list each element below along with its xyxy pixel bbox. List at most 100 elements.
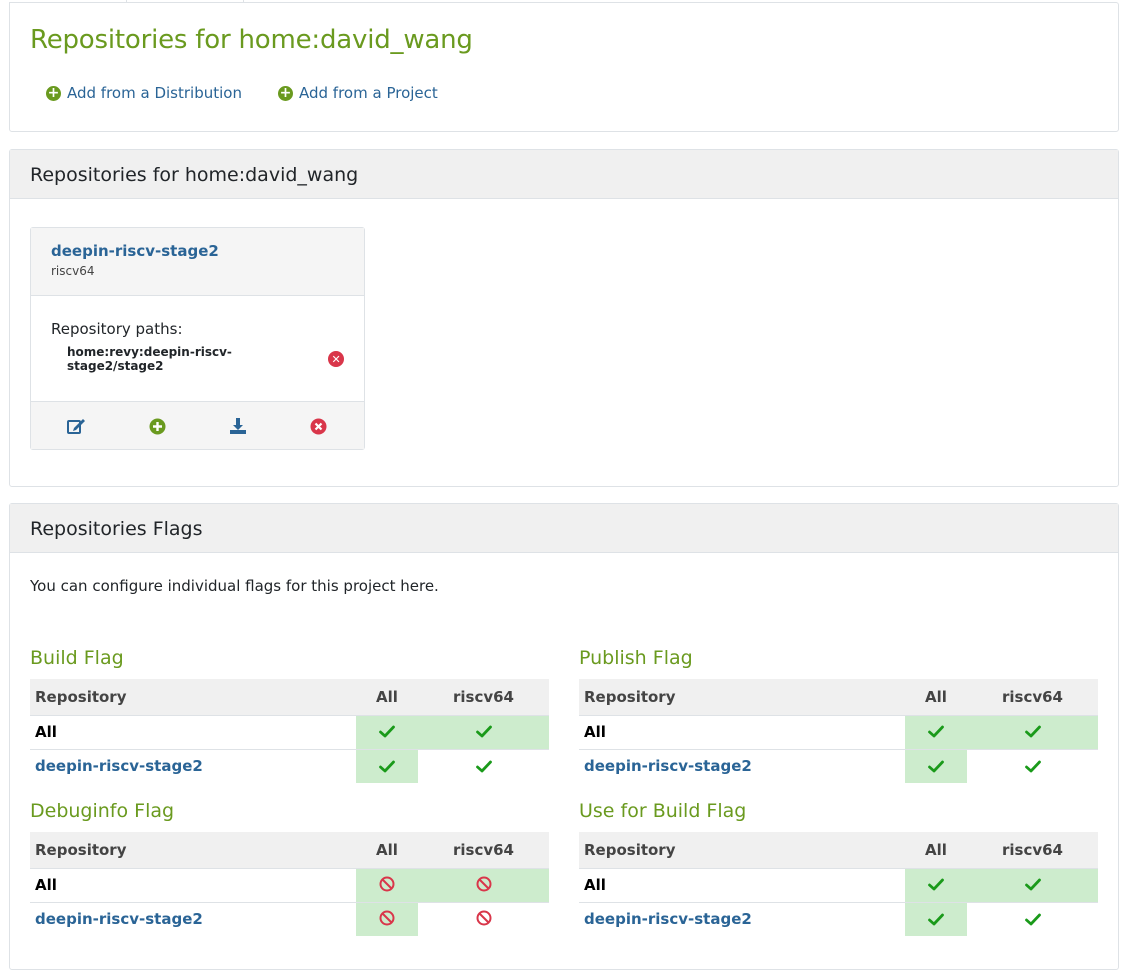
row-label-all: All (579, 867, 905, 902)
row-label-all: All (30, 867, 356, 902)
row-repository-link[interactable]: deepin-riscv-stage2 (30, 901, 356, 936)
remove-path-icon[interactable]: ✕ (328, 351, 344, 367)
table-row: deepin-riscv-stage2 (579, 748, 1098, 783)
repository-actions-bar (31, 401, 364, 449)
repository-path-item: home:revy:deepin-riscv-stage2/stage2 ✕ (67, 345, 344, 373)
check-icon[interactable] (926, 722, 946, 742)
add-icon[interactable] (147, 417, 167, 435)
flag-table-header: Repository All riscv64 (30, 832, 549, 868)
download-icon[interactable] (228, 417, 248, 435)
flag-cell-arch[interactable] (967, 748, 1098, 783)
disabled-icon[interactable] (377, 908, 397, 928)
column-header-all: All (356, 832, 418, 868)
page-title: Repositories for home:david_wang (30, 25, 473, 55)
column-header-all: All (905, 832, 967, 868)
add-from-distribution-label: Add from a Distribution (67, 84, 242, 102)
delete-icon[interactable] (308, 417, 328, 435)
flag-cell-arch[interactable] (418, 901, 549, 936)
disabled-icon[interactable] (377, 874, 397, 894)
add-from-project-label: Add from a Project (299, 84, 438, 102)
column-header-arch: riscv64 (418, 679, 549, 715)
disabled-icon[interactable] (474, 908, 494, 928)
flag-table: Repository All riscv64 All deepin-riscv-stag… (30, 832, 549, 936)
flag-title: Use for Build Flag (579, 800, 747, 822)
table-row: deepin-riscv-stage2 (579, 901, 1098, 936)
flag-cell-arch[interactable] (967, 714, 1098, 749)
row-repository-link[interactable]: deepin-riscv-stage2 (579, 901, 905, 936)
add-from-distribution-link[interactable]: + Add from a Distribution (46, 84, 242, 102)
check-icon[interactable] (1023, 909, 1043, 929)
flag-cell-all[interactable] (356, 714, 418, 749)
repository-arch: riscv64 (51, 264, 95, 278)
repository-name-link[interactable]: deepin-riscv-stage2 (51, 242, 344, 260)
table-row: deepin-riscv-stage2 (30, 748, 549, 783)
add-from-project-link[interactable]: + Add from a Project (278, 84, 438, 102)
use-for-build-flag-block: Use for Build Flag Repository All riscv64 Al… (579, 800, 1098, 936)
repository-paths-label: Repository paths: (51, 320, 183, 338)
column-header-all: All (356, 679, 418, 715)
column-header-repository: Repository (30, 832, 356, 868)
repository-box-body: Repository paths: home:revy:deepin-riscv… (31, 296, 364, 401)
check-icon[interactable] (1023, 722, 1043, 742)
check-icon[interactable] (474, 722, 494, 742)
flags-description: You can configure individual flags for t… (30, 577, 439, 595)
flag-table-header: Repository All riscv64 (579, 679, 1098, 715)
check-icon[interactable] (474, 756, 494, 776)
column-header-all: All (905, 679, 967, 715)
flag-title: Debuginfo Flag (30, 800, 175, 822)
build-flag-block: Build Flag Repository All riscv64 All deepin-… (30, 647, 549, 783)
row-label-all: All (30, 714, 356, 749)
flag-cell-arch[interactable] (418, 867, 549, 902)
table-row: deepin-riscv-stage2 (30, 901, 549, 936)
column-header-arch: riscv64 (418, 832, 549, 868)
check-icon[interactable] (1023, 756, 1043, 776)
repositories-header-card: Repositories for home:david_wang + Add f… (9, 2, 1119, 132)
plus-circle-icon: + (46, 85, 61, 101)
flag-cell-all[interactable] (905, 714, 967, 749)
flag-cell-all[interactable] (356, 748, 418, 783)
flag-title: Build Flag (30, 647, 124, 669)
table-row: All (30, 714, 549, 749)
table-row: All (579, 867, 1098, 902)
flag-table-header: Repository All riscv64 (579, 832, 1098, 868)
table-row: All (579, 714, 1098, 749)
column-header-repository: Repository (579, 679, 905, 715)
flag-table-header: Repository All riscv64 (30, 679, 549, 715)
table-row: All (30, 867, 549, 902)
check-icon[interactable] (377, 722, 397, 742)
check-icon[interactable] (926, 875, 946, 895)
check-icon[interactable] (377, 756, 397, 776)
flag-cell-all[interactable] (356, 867, 418, 902)
edit-icon[interactable] (66, 417, 86, 435)
row-repository-link[interactable]: deepin-riscv-stage2 (579, 748, 905, 783)
check-icon[interactable] (926, 756, 946, 776)
repository-box-header: deepin-riscv-stage2 riscv64 (31, 228, 364, 296)
column-header-arch: riscv64 (967, 832, 1098, 868)
flag-cell-all[interactable] (905, 748, 967, 783)
flag-cell-arch[interactable] (418, 714, 549, 749)
check-icon[interactable] (1023, 875, 1043, 895)
flag-cell-arch[interactable] (967, 867, 1098, 902)
flags-card-title: Repositories Flags (10, 504, 1118, 553)
flag-cell-arch[interactable] (418, 748, 549, 783)
flag-cell-all[interactable] (905, 867, 967, 902)
flag-table: Repository All riscv64 All deepin-riscv-stag… (579, 832, 1098, 936)
publish-flag-block: Publish Flag Repository All riscv64 All deepi… (579, 647, 1098, 783)
column-header-arch: riscv64 (967, 679, 1098, 715)
flag-title: Publish Flag (579, 647, 693, 669)
debuginfo-flag-block: Debuginfo Flag Repository All riscv64 All dee… (30, 800, 549, 936)
flag-table: Repository All riscv64 All deepin-riscv-stag… (30, 679, 549, 783)
repositories-card-title: Repositories for home:david_wang (10, 150, 1118, 199)
row-label-all: All (579, 714, 905, 749)
disabled-icon[interactable] (474, 874, 494, 894)
repository-path-text: home:revy:deepin-riscv-stage2/stage2 (67, 345, 232, 373)
column-header-repository: Repository (579, 832, 905, 868)
flag-cell-all[interactable] (356, 901, 418, 936)
row-repository-link[interactable]: deepin-riscv-stage2 (30, 748, 356, 783)
repository-box: deepin-riscv-stage2 riscv64 Repository p… (30, 227, 365, 450)
flag-table: Repository All riscv64 All deepin-riscv-stag… (579, 679, 1098, 783)
check-icon[interactable] (926, 909, 946, 929)
plus-circle-icon: + (278, 85, 293, 101)
flag-cell-arch[interactable] (967, 901, 1098, 936)
flag-cell-all[interactable] (905, 901, 967, 936)
